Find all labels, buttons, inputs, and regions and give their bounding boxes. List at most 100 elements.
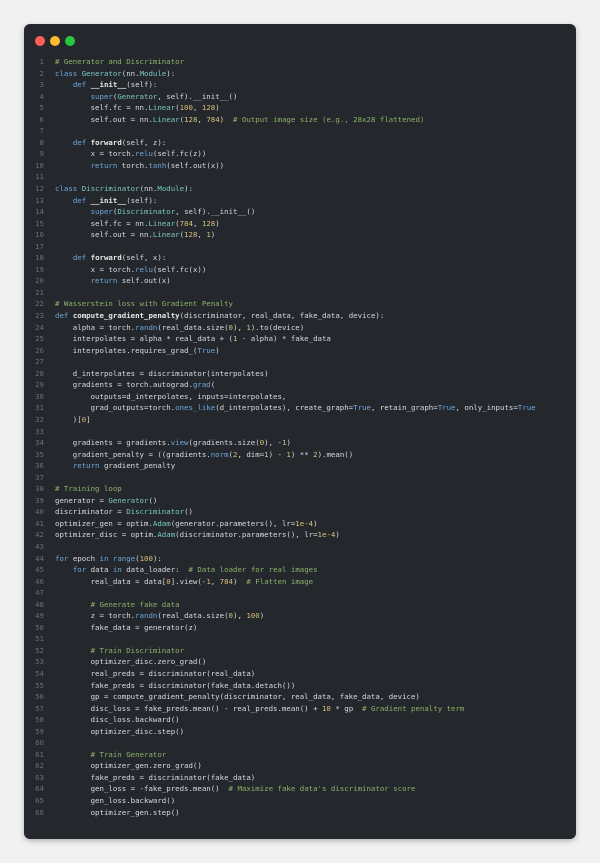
code-token: 784 — [219, 576, 234, 586]
line-source: return self.out(x) — [55, 275, 171, 287]
code-token: grad_outputs=torch. — [55, 403, 176, 413]
line-source: class Generator(nn.Module): — [55, 68, 175, 80]
code-token: # Train Discriminator — [90, 645, 185, 655]
line-source: def __init__(self): — [55, 195, 158, 207]
code-token: (self, x): — [121, 253, 167, 263]
code-token: , — [192, 218, 202, 228]
line-number: 45 — [35, 565, 44, 575]
maximize-icon[interactable] — [65, 36, 75, 46]
code-line: 40 discriminator = Discriminator() — [24, 506, 576, 518]
code-token: (generator.parameters(), lr= — [170, 518, 296, 528]
code-token: (real_data.size( — [157, 611, 229, 621]
code-token: forward — [90, 137, 122, 147]
code-line: 31 grad_outputs=torch.ones_like(d_interp… — [24, 402, 576, 414]
code-token: gradients = torch.autograd. — [55, 380, 193, 390]
code-token: d_interpolates = discriminator(interpola… — [55, 368, 269, 378]
code-token: torch. — [121, 160, 149, 170]
code-line: 43 — [24, 541, 576, 553]
code-token: Adam — [157, 530, 176, 540]
code-token: Generator — [108, 495, 149, 505]
code-token: 128 — [201, 218, 216, 228]
line-number: 22 — [35, 299, 44, 309]
line-number: 10 — [35, 160, 44, 170]
line-number: 16 — [35, 230, 44, 240]
code-token: , — [192, 103, 202, 113]
code-line: 49 z = torch.randn(real_data.size(0), 10… — [24, 610, 576, 622]
code-line: 42 optimizer_disc = optim.Adam(discrimina… — [24, 529, 576, 541]
line-source: fake_preds = discriminator(fake_data.det… — [55, 680, 296, 692]
line-number: 61 — [35, 749, 44, 759]
code-line: 55 fake_preds = discriminator(fake_data.… — [24, 680, 576, 692]
code-token: optimizer_gen = optim. — [55, 518, 153, 528]
line-source: self.out = nn.Linear(128, 1) — [55, 229, 216, 241]
code-token: 784 — [206, 114, 220, 124]
code-token: def — [55, 311, 73, 321]
code-line: 66 optimizer_gen.step() — [24, 807, 576, 819]
code-token: randn — [135, 322, 158, 332]
line-number: 51 — [35, 634, 44, 644]
line-source: def compute_gradient_penalty(discriminat… — [55, 310, 384, 322]
minimize-icon[interactable] — [50, 36, 60, 46]
code-token: Discriminator — [81, 184, 140, 194]
code-token: ): — [184, 184, 193, 194]
code-line: 12 class Discriminator(nn.Module): — [24, 183, 576, 195]
line-source: x = torch.relu(self.fc(z)) — [55, 148, 207, 160]
code-token: ) — [233, 576, 247, 586]
code-token: True — [197, 345, 216, 355]
code-token: ) ** — [290, 449, 314, 459]
code-line: 37 — [24, 472, 576, 484]
code-token: # Wasserstein loss with Gradient Penalty — [55, 299, 233, 309]
code-token: (self.fc(x)) — [152, 264, 207, 274]
code-line: 19 x = torch.relu(self.fc(x)) — [24, 264, 576, 276]
code-token: return — [90, 276, 122, 286]
code-token: def — [72, 137, 91, 147]
line-source: # Train Generator — [55, 749, 167, 761]
code-line: 13 def __init__(self): — [24, 195, 576, 207]
code-token: ) - — [268, 449, 287, 459]
line-source: z = torch.randn(real_data.size(0), 100) — [55, 610, 265, 622]
code-token: 784 — [179, 218, 193, 228]
code-editor[interactable]: 1 # Generator and Discriminator 2 class Gen… — [24, 56, 576, 818]
code-line: 32 )[0] — [24, 414, 576, 426]
code-token: gp = compute_gradient_penalty(discrimina… — [55, 692, 420, 702]
code-token: ] — [86, 414, 91, 424]
line-number: 52 — [35, 645, 44, 655]
code-token: # Gradient penalty term — [362, 703, 465, 713]
code-token: (discriminator, real_data, fake_data, de… — [179, 311, 385, 321]
code-line: 36 return gradient_penalty — [24, 460, 576, 472]
code-line: 16 self.out = nn.Linear(128, 1) — [24, 229, 576, 241]
code-token: 1e-4 — [295, 518, 314, 528]
code-token: 100 — [139, 553, 153, 563]
code-token: self.out = nn. — [55, 230, 153, 240]
code-token: self.out = nn. — [55, 114, 153, 124]
code-line: 22 # Wasserstein loss with Gradient Penal… — [24, 298, 576, 310]
code-token: ), - — [264, 438, 282, 448]
line-number: 47 — [35, 588, 44, 598]
code-token: disc_loss = fake_preds.mean() - real_pre… — [55, 703, 322, 713]
line-number: 25 — [35, 334, 44, 344]
line-number: 50 — [35, 622, 44, 632]
code-token: class — [55, 68, 82, 78]
code-line: 54 real_preds = discriminator(real_data) — [24, 668, 576, 680]
line-number: 23 — [35, 311, 44, 321]
code-token: self.fc = nn. — [55, 218, 149, 228]
line-source: alpha = torch.randn(real_data.size(0), 1… — [55, 322, 304, 334]
code-token: outputs=d_interpolates, inputs=interpola… — [55, 391, 287, 401]
line-source: disc_loss = fake_preds.mean() - real_pre… — [55, 703, 465, 715]
code-token: (d_interpolates), create_graph= — [215, 403, 354, 413]
window-titlebar — [24, 24, 576, 58]
line-number: 56 — [35, 692, 44, 702]
code-line: 21 — [24, 287, 576, 299]
close-icon[interactable] — [35, 36, 45, 46]
code-token: Linear — [148, 218, 176, 228]
code-token: () — [148, 495, 158, 505]
line-number: 43 — [35, 541, 44, 551]
line-number: 44 — [35, 553, 44, 563]
line-source: grad_outputs=torch.ones_like(d_interpola… — [55, 402, 536, 414]
code-token: relu — [135, 149, 153, 159]
code-token: (discriminator.parameters(), lr= — [175, 530, 318, 540]
